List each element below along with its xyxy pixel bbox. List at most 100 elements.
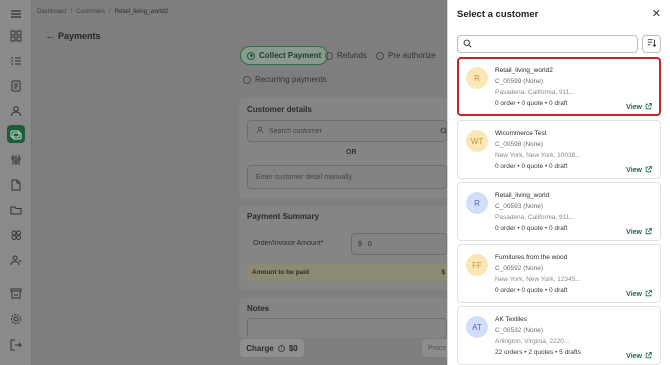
view-label: View bbox=[626, 167, 642, 174]
page-title: Payments bbox=[58, 31, 101, 41]
search-icon bbox=[463, 39, 472, 50]
order-amount-value: 0 bbox=[367, 240, 372, 248]
breadcrumb-dashboard[interactable]: Dashboard bbox=[37, 9, 66, 15]
payments-icon[interactable] bbox=[10, 128, 22, 140]
breadcrumb-customers[interactable]: Customers bbox=[76, 9, 105, 15]
store-icon[interactable] bbox=[10, 287, 22, 299]
settings-icon[interactable] bbox=[10, 313, 22, 325]
view-customer-link[interactable]: View bbox=[626, 103, 652, 112]
customer-search-input[interactable]: Search customer bbox=[247, 120, 447, 142]
customer-name: Retail_living_world2 bbox=[495, 67, 553, 74]
customer-card[interactable]: R Retail_living_world2 C_00599 (None) Pasad… bbox=[457, 57, 661, 116]
refunds-option[interactable]: Refunds bbox=[325, 51, 367, 60]
customer-address: Pasadena, California, 911... bbox=[495, 89, 575, 96]
customer-id: C_00598 (None) bbox=[495, 141, 544, 148]
breadcrumb-current: Retail_living_world2 bbox=[114, 9, 169, 15]
team-icon[interactable] bbox=[10, 254, 22, 266]
order-amount-label: Order/Invoice Amount* bbox=[253, 240, 324, 247]
preauthorize-label: Pre authorize bbox=[388, 51, 436, 60]
customer-id: C_00592 (None) bbox=[495, 265, 544, 272]
sidebar bbox=[0, 0, 32, 365]
select-customer-drawer: Select a customer ✕ R Retail_living_world… bbox=[447, 0, 670, 365]
customer-address: Arlington, Virginia, 2220... bbox=[495, 338, 570, 345]
folder-icon[interactable] bbox=[10, 204, 22, 216]
view-label: View bbox=[626, 229, 642, 236]
view-customer-link[interactable]: View bbox=[626, 290, 652, 299]
customer-id: C_00532 (None) bbox=[495, 327, 544, 334]
customer-card[interactable]: AT AK Textiles C_00532 (None) Arlington, Vi… bbox=[457, 306, 661, 365]
order-amount-input[interactable]: $ 0 bbox=[351, 233, 447, 255]
currency-symbol: $ bbox=[358, 240, 362, 248]
grid-icon[interactable] bbox=[10, 229, 22, 241]
logout-icon[interactable] bbox=[10, 339, 22, 351]
view-customer-link[interactable]: View bbox=[626, 228, 652, 237]
main-content: Dashboard / Customers / Retail_living_world2… bbox=[33, 0, 447, 365]
customer-stats: 0 order • 0 quote • 0 draft bbox=[495, 100, 568, 107]
customer-address: Pasadena, California, 911... bbox=[495, 214, 575, 221]
user-icon[interactable] bbox=[10, 105, 22, 117]
customer-stats: 0 order • 0 quote • 0 draft bbox=[495, 287, 568, 294]
customer-details-title: Customer details bbox=[247, 105, 312, 114]
amount-to-be-paid-value: $ bbox=[441, 269, 445, 276]
view-customer-link[interactable]: View bbox=[626, 166, 652, 175]
breadcrumb: Dashboard / Customers / Retail_living_world2 bbox=[37, 9, 169, 15]
amount-to-be-paid-row: Amount to be paid $ bbox=[247, 264, 447, 281]
orders-icon[interactable] bbox=[10, 80, 22, 92]
customer-id: C_00599 (None) bbox=[495, 78, 544, 85]
radio-icon bbox=[243, 75, 251, 84]
drawer-search-field[interactable] bbox=[457, 35, 638, 53]
proceed-button[interactable]: Proce bbox=[422, 339, 447, 357]
customer-name: AK Textiles bbox=[495, 316, 528, 323]
external-link-icon bbox=[645, 290, 652, 299]
view-label: View bbox=[626, 353, 642, 360]
sort-icon bbox=[647, 38, 657, 50]
customer-name: Retail_living_world bbox=[495, 192, 550, 199]
close-icon[interactable]: ✕ bbox=[652, 7, 661, 20]
external-link-icon bbox=[645, 166, 652, 175]
collect-payment-label: Collect Payment bbox=[259, 51, 322, 60]
collect-payment-option[interactable]: Collect Payment bbox=[240, 46, 329, 65]
sliders-icon[interactable] bbox=[10, 154, 22, 166]
view-label: View bbox=[626, 291, 642, 298]
external-link-icon bbox=[645, 352, 652, 361]
amount-to-be-paid-label: Amount to be paid bbox=[252, 269, 310, 276]
avatar: FF bbox=[466, 254, 488, 276]
avatar: AT bbox=[466, 316, 488, 338]
customer-stats: 0 order • 0 quote • 0 draft bbox=[495, 163, 568, 170]
recurring-payments-option[interactable]: Recurring payments bbox=[243, 75, 327, 84]
recurring-payments-label: Recurring payments bbox=[255, 75, 327, 84]
charge-amount: $0 bbox=[288, 343, 298, 353]
notes-input[interactable] bbox=[247, 318, 447, 338]
customer-card[interactable]: R Retail_living_world C_00593 (None) Pasade… bbox=[457, 182, 661, 241]
radio-selected-icon bbox=[247, 51, 255, 60]
view-customer-link[interactable]: View bbox=[626, 352, 652, 361]
list-icon[interactable] bbox=[10, 55, 22, 67]
sort-button[interactable] bbox=[642, 35, 661, 53]
menu-icon[interactable] bbox=[10, 8, 22, 20]
manual-customer-input[interactable]: Enter customer detail manually bbox=[247, 165, 447, 189]
external-link-icon bbox=[645, 228, 652, 237]
payment-summary-title: Payment Summary bbox=[247, 212, 320, 221]
avatar: WT bbox=[466, 130, 488, 152]
view-label: View bbox=[626, 104, 642, 111]
avatar: R bbox=[466, 192, 488, 214]
customer-address: New York, New York, 10038... bbox=[495, 152, 581, 159]
refunds-label: Refunds bbox=[337, 51, 367, 60]
customer-search-placeholder: Search customer bbox=[269, 127, 322, 135]
info-icon: i bbox=[277, 344, 285, 352]
back-arrow-icon[interactable]: ← bbox=[45, 30, 56, 42]
customer-card[interactable]: FF Furnitures from the wood C_00592 (None)… bbox=[457, 244, 661, 303]
user-icon bbox=[256, 126, 264, 136]
preauthorize-option[interactable]: Pre authorize bbox=[376, 51, 436, 60]
dashboard-icon[interactable] bbox=[10, 30, 22, 42]
external-link-icon bbox=[645, 103, 652, 112]
radio-icon bbox=[376, 51, 384, 60]
customer-card[interactable]: WT Wicommerce Test C_00598 (None) New York,… bbox=[457, 120, 661, 179]
radio-icon bbox=[325, 51, 333, 60]
document-icon[interactable] bbox=[10, 179, 22, 191]
drawer-title: Select a customer bbox=[457, 9, 539, 20]
customer-name: Wicommerce Test bbox=[495, 130, 547, 137]
charge-button[interactable]: Charge i $0 bbox=[240, 339, 304, 357]
drawer-search-input[interactable] bbox=[476, 40, 626, 48]
customer-id: C_00593 (None) bbox=[495, 203, 544, 210]
